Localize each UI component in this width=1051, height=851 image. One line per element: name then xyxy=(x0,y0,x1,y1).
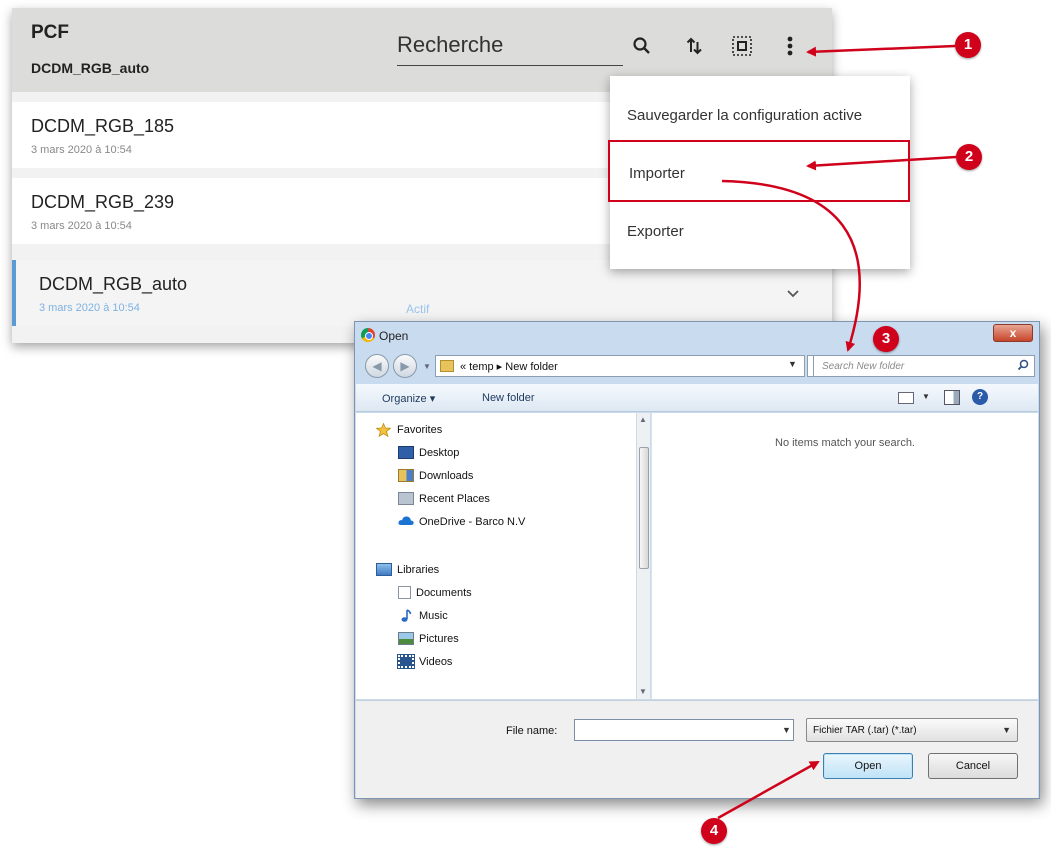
options-menu: Sauvegarder la configuration active Impo… xyxy=(608,76,910,269)
help-icon[interactable]: ? xyxy=(972,389,988,405)
downloads-icon xyxy=(398,469,414,482)
search-icon[interactable] xyxy=(1017,359,1029,374)
menu-item-label: Importer xyxy=(629,165,685,182)
recent-places-icon xyxy=(398,492,414,505)
nav-recent-places[interactable]: Recent Places xyxy=(398,492,490,505)
dialog-toolbar: Organize ▾ New folder ▼ ? xyxy=(356,384,1038,412)
star-icon xyxy=(375,422,392,438)
address-dropdown-icon[interactable]: ▼ xyxy=(788,359,797,369)
file-type-select[interactable]: Fichier TAR (.tar) (*.tar) ▼ xyxy=(806,718,1018,742)
scroll-down-icon[interactable]: ▼ xyxy=(639,687,647,696)
menu-item-label: Sauvegarder la configuration active xyxy=(627,107,863,124)
documents-icon xyxy=(398,586,411,599)
dialog-title: Open xyxy=(379,329,409,343)
list-item-active[interactable]: DCDM_RGB_auto 3 mars 2020 à 10:54 Actif xyxy=(12,260,832,326)
dialog-titlebar[interactable]: Open x xyxy=(355,322,1039,348)
address-bar[interactable]: « temp ▸ New folder ▼ xyxy=(435,355,805,377)
new-folder-button[interactable]: New folder xyxy=(482,392,535,404)
empty-message: No items match your search. xyxy=(775,437,915,449)
open-file-dialog: Open x ◀ ▶ ▼ « temp ▸ New folder ▼ ↻ Org… xyxy=(354,321,1040,799)
menu-item-label: Exporter xyxy=(627,223,684,240)
callout-2: 2 xyxy=(956,144,982,170)
scroll-up-icon[interactable]: ▲ xyxy=(639,415,647,424)
item-date: 3 mars 2020 à 10:54 xyxy=(39,302,140,314)
preview-pane-icon[interactable] xyxy=(944,390,960,405)
navigation-pane: Favorites Desktop Downloads Recent Place… xyxy=(356,413,650,699)
file-list-pane[interactable]: No items match your search. xyxy=(651,413,1038,699)
callout-4: 4 xyxy=(701,818,727,844)
menu-item-import[interactable]: Importer xyxy=(608,140,910,202)
videos-icon xyxy=(397,654,415,669)
chevron-down-icon: ▼ xyxy=(1002,725,1011,735)
desktop-icon xyxy=(398,446,414,459)
file-name-dropdown-icon[interactable]: ▼ xyxy=(782,725,791,735)
view-dropdown-icon[interactable]: ▼ xyxy=(922,392,930,401)
search-folder-input[interactable] xyxy=(813,355,1035,377)
dialog-footer: File name: ▼ Fichier TAR (.tar) (*.tar) … xyxy=(356,700,1038,798)
pictures-icon xyxy=(398,632,414,645)
chevron-down-icon[interactable] xyxy=(786,286,800,304)
cancel-button[interactable]: Cancel xyxy=(928,753,1018,779)
dialog-navbar: ◀ ▶ ▼ « temp ▸ New folder ▼ ↻ xyxy=(355,350,1039,380)
scroll-thumb[interactable] xyxy=(639,447,649,569)
back-arrow-icon[interactable]: ◀ xyxy=(365,354,389,378)
select-all-icon[interactable] xyxy=(730,34,754,58)
address-path: « temp ▸ New folder xyxy=(460,361,558,373)
item-name: DCDM_RGB_auto xyxy=(39,274,188,294)
nav-documents[interactable]: Documents xyxy=(398,586,472,599)
close-button[interactable]: x xyxy=(993,324,1033,342)
chrome-icon xyxy=(361,328,375,342)
menu-item-export[interactable]: Exporter xyxy=(610,200,910,262)
cloud-icon xyxy=(398,515,414,528)
file-type-label: Fichier TAR (.tar) (*.tar) xyxy=(813,725,917,736)
pcf-title: PCF xyxy=(31,22,69,43)
item-name: DCDM_RGB_239 xyxy=(31,192,175,212)
file-name-input[interactable] xyxy=(574,719,794,741)
folder-icon xyxy=(440,360,454,372)
item-name: DCDM_RGB_185 xyxy=(31,116,175,136)
item-date: 3 mars 2020 à 10:54 xyxy=(31,220,132,232)
nav-onedrive[interactable]: OneDrive - Barco N.V xyxy=(398,515,525,528)
libraries-icon xyxy=(376,563,392,576)
nav-desktop[interactable]: Desktop xyxy=(398,446,459,459)
open-button[interactable]: Open xyxy=(823,753,913,779)
nav-downloads[interactable]: Downloads xyxy=(398,469,473,482)
nav-pictures[interactable]: Pictures xyxy=(398,632,459,645)
callout-3: 3 xyxy=(873,326,899,352)
nav-scrollbar[interactable]: ▲ ▼ xyxy=(636,413,650,699)
status-badge: Actif xyxy=(406,302,430,316)
recent-locations-icon[interactable]: ▼ xyxy=(423,362,431,371)
nav-libraries[interactable]: Libraries xyxy=(376,563,439,576)
change-view-icon[interactable] xyxy=(898,392,914,404)
search-icon[interactable] xyxy=(630,34,654,58)
forward-arrow-icon[interactable]: ▶ xyxy=(393,354,417,378)
nav-music[interactable]: Music xyxy=(398,609,448,622)
callout-1: 1 xyxy=(955,32,981,58)
music-icon xyxy=(398,609,414,622)
organize-button[interactable]: Organize ▾ xyxy=(382,392,435,405)
nav-favorites[interactable]: Favorites xyxy=(375,422,442,438)
menu-item-save-config[interactable]: Sauvegarder la configuration active xyxy=(610,84,910,146)
search-input[interactable] xyxy=(397,24,623,66)
item-date: 3 mars 2020 à 10:54 xyxy=(31,144,132,156)
pcf-active-config: DCDM_RGB_auto xyxy=(31,60,150,76)
sort-icon[interactable] xyxy=(682,34,706,58)
nav-videos[interactable]: Videos xyxy=(397,654,452,669)
more-options-icon[interactable] xyxy=(778,34,802,58)
file-name-label: File name: xyxy=(506,725,558,737)
